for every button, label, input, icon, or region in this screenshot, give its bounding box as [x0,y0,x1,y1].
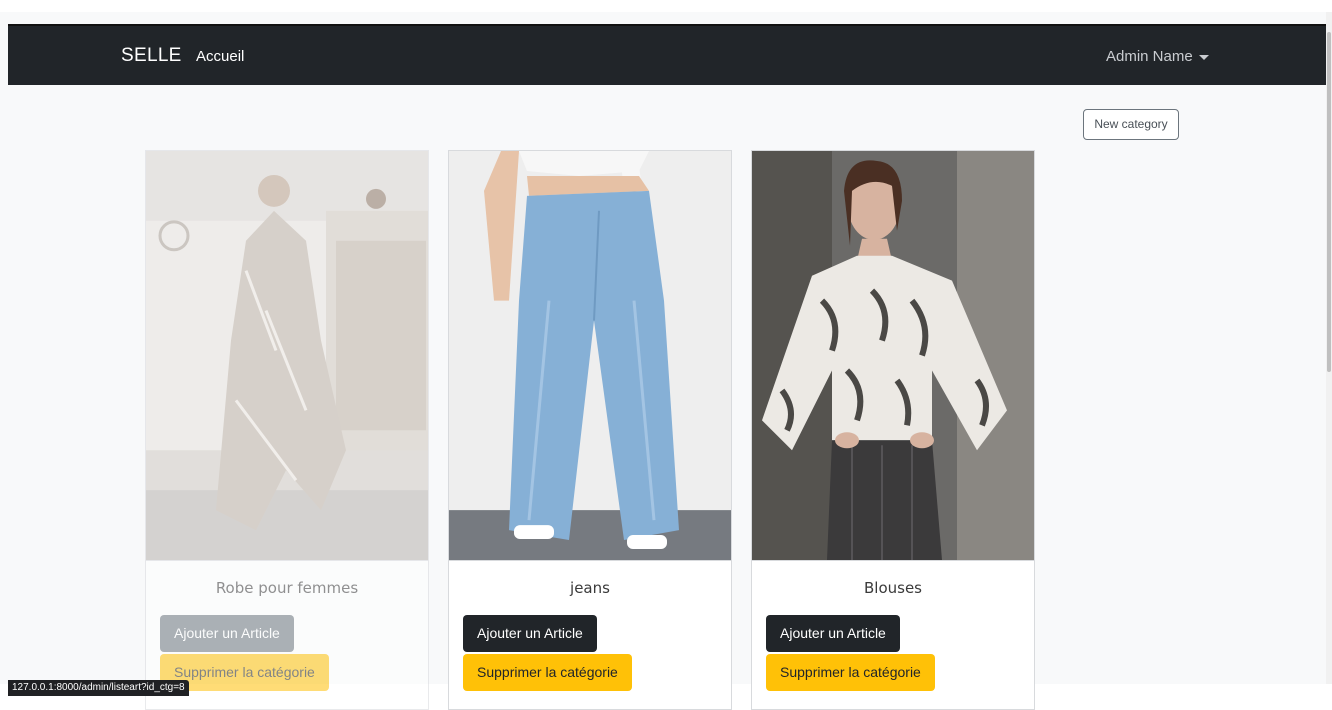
delete-category-button[interactable]: Supprimer la catégorie [766,654,935,691]
page: SELLE Accueil Admin Name New category Ro… [0,0,1332,710]
category-image-jeans[interactable] [449,151,731,561]
category-title: Robe pour femmes [215,579,359,597]
caret-down-icon [1198,54,1209,60]
user-menu-label: Admin Name [1106,48,1193,65]
user-menu-toggle[interactable]: Admin Name [1106,48,1209,65]
category-card: Blouses Ajouter un Article Supprimer la … [751,150,1035,710]
link-status-bar: 127.0.0.1:8000/admin/listeart?id_ctg=8 [8,680,189,696]
category-title: Blouses [863,579,922,597]
add-article-button[interactable]: Ajouter un Article [766,615,900,652]
add-article-button[interactable]: Ajouter un Article [463,615,597,652]
category-card: jeans Ajouter un Article Supprimer la ca… [448,150,732,710]
vertical-scrollbar[interactable] [1326,12,1332,684]
new-category-button[interactable]: New category [1083,109,1179,140]
category-title: jeans [570,579,610,597]
scrollbar-thumb[interactable] [1327,32,1331,372]
brand-logo[interactable]: SELLE [121,45,182,67]
category-image-blouse[interactable] [752,151,1034,561]
add-article-button[interactable]: Ajouter un Article [160,615,294,652]
nav-home-link[interactable]: Accueil [196,48,244,65]
delete-category-button[interactable]: Supprimer la catégorie [463,654,632,691]
category-card: Robe pour femmes Ajouter un Article Supp… [145,150,429,710]
category-image-dress[interactable] [146,151,428,561]
top-navbar: SELLE Accueil Admin Name [8,24,1326,85]
